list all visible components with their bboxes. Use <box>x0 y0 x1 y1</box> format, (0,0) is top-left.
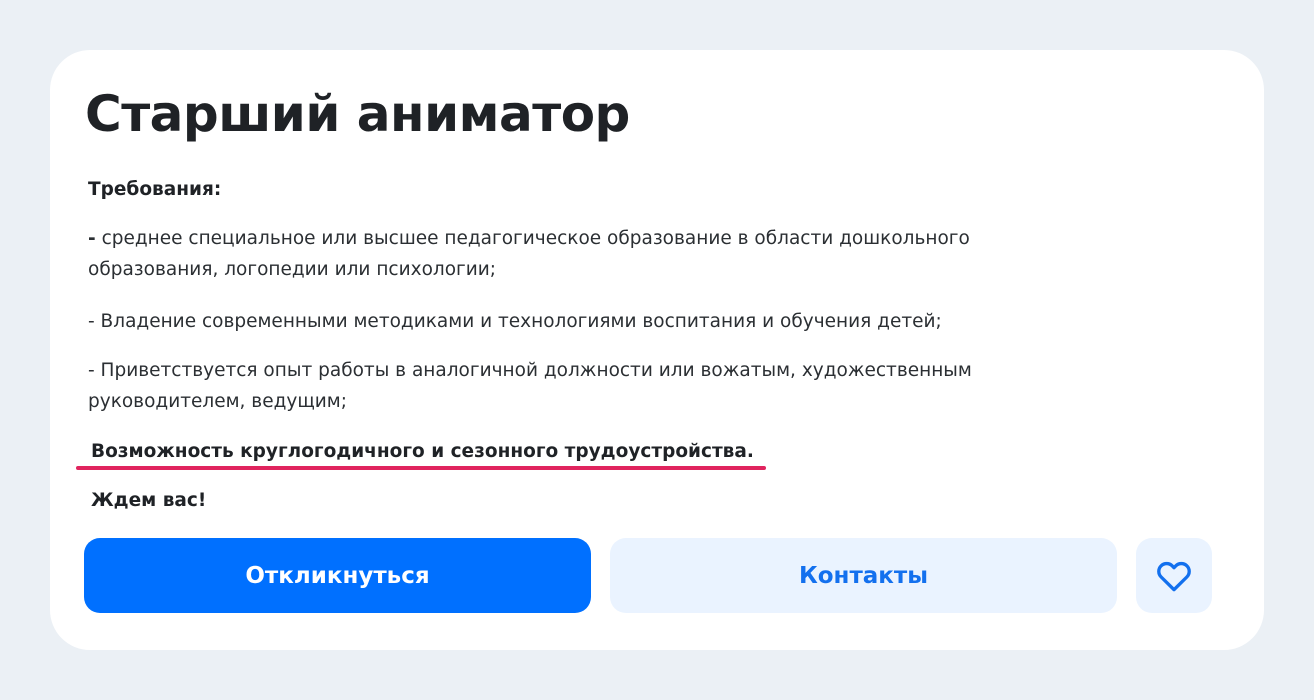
contacts-button-label: Контакты <box>798 562 929 589</box>
heart-icon <box>1157 561 1191 591</box>
employment-highlight: Возможность круглогодичного и сезонного … <box>91 441 754 462</box>
requirement-item-experience: - Приветствуется опыт работы в аналогичн… <box>88 355 972 417</box>
requirement-item-education: - среднее специальное или высшее педагог… <box>88 223 970 285</box>
vacancy-card: Старший аниматор Требования: - среднее с… <box>50 50 1264 650</box>
requirement-line: - Приветствуется опыт работы в аналогичн… <box>88 360 972 381</box>
requirements-label: Требования: <box>88 179 222 200</box>
favorite-button[interactable] <box>1136 538 1212 613</box>
closing-text: Ждем вас! <box>91 490 207 511</box>
requirement-line: - Владение современными методиками и тех… <box>88 311 942 332</box>
requirement-line: среднее специальное или высшее педагогич… <box>95 228 970 249</box>
requirement-bullet: - <box>88 228 96 249</box>
requirement-item-methods: - Владение современными методиками и тех… <box>88 306 942 337</box>
requirement-line: образования, логопедии или психологии; <box>88 259 497 280</box>
apply-button-label: Откликнуться <box>245 562 430 589</box>
vacancy-title: Старший аниматор <box>85 85 630 143</box>
apply-button[interactable]: Откликнуться <box>84 538 591 613</box>
contacts-button[interactable]: Контакты <box>610 538 1117 613</box>
highlight-underline <box>76 466 766 470</box>
requirement-line: руководителем, ведущим; <box>88 391 347 412</box>
